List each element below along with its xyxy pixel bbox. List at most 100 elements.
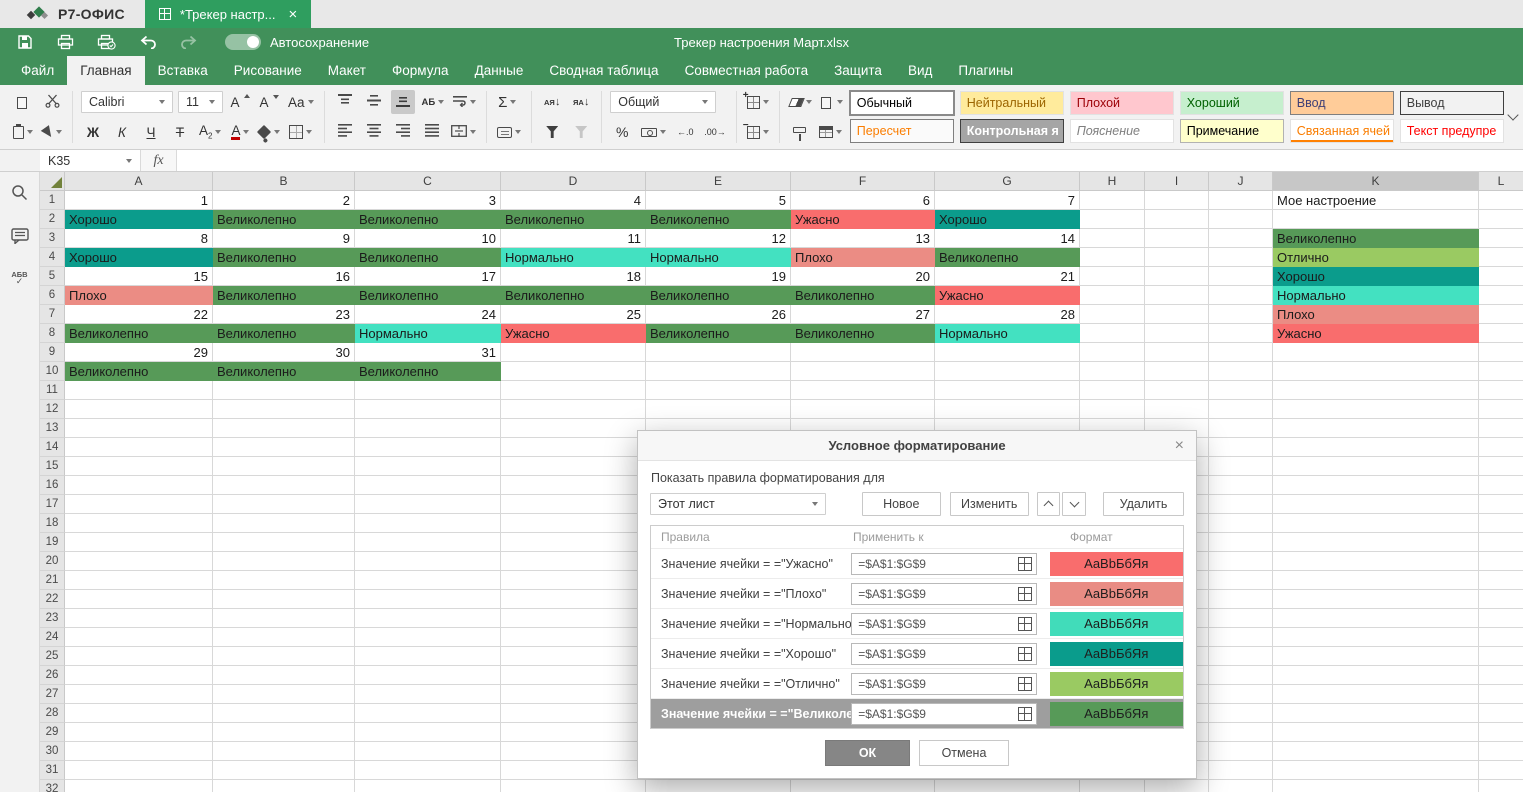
name-box[interactable]: K35 bbox=[40, 150, 141, 171]
cell-B17[interactable] bbox=[213, 495, 355, 514]
row-header-18[interactable]: 18 bbox=[40, 514, 65, 533]
cell-A17[interactable] bbox=[65, 495, 213, 514]
cell-G9[interactable] bbox=[935, 343, 1080, 362]
cell-C4[interactable]: Великолепно bbox=[355, 248, 501, 267]
cell-style-item-0[interactable]: Обычный bbox=[850, 91, 954, 115]
cell-J32[interactable] bbox=[1209, 780, 1273, 792]
cell-F3[interactable]: 13 bbox=[791, 229, 935, 248]
row-header-9[interactable]: 9 bbox=[40, 343, 65, 362]
cell-D1[interactable]: 4 bbox=[501, 191, 646, 210]
row-header-2[interactable]: 2 bbox=[40, 210, 65, 229]
clear-button[interactable] bbox=[788, 90, 814, 114]
cell-K11[interactable] bbox=[1273, 381, 1479, 400]
cell-D14[interactable] bbox=[501, 438, 646, 457]
formula-input[interactable] bbox=[177, 150, 1523, 171]
cell-I6[interactable] bbox=[1145, 286, 1209, 305]
cell-C8[interactable]: Нормально bbox=[355, 324, 501, 343]
cell-K17[interactable] bbox=[1273, 495, 1479, 514]
cell-style-item-4[interactable]: Ввод bbox=[1290, 91, 1394, 115]
cell-style-item-8[interactable]: Пояснение bbox=[1070, 119, 1174, 143]
percent-style-button[interactable]: % bbox=[610, 120, 634, 144]
cell-D32[interactable] bbox=[501, 780, 646, 792]
cell-D2[interactable]: Великолепно bbox=[501, 210, 646, 229]
cell-B14[interactable] bbox=[213, 438, 355, 457]
sort-asc-button[interactable]: АЯ↓ bbox=[540, 90, 564, 114]
cell-J14[interactable] bbox=[1209, 438, 1273, 457]
cell-L30[interactable] bbox=[1479, 742, 1523, 761]
cell-J11[interactable] bbox=[1209, 381, 1273, 400]
menu-tab-4[interactable]: Макет bbox=[315, 56, 379, 85]
cell-L4[interactable] bbox=[1479, 248, 1523, 267]
scope-select[interactable]: Этот лист bbox=[650, 493, 826, 515]
cell-D15[interactable] bbox=[501, 457, 646, 476]
format-painter-button[interactable] bbox=[788, 120, 812, 144]
rule-range-input[interactable]: =$A$1:$G$9 bbox=[851, 703, 1036, 725]
copy-button[interactable] bbox=[11, 90, 35, 114]
row-header-12[interactable]: 12 bbox=[40, 400, 65, 419]
cell-F32[interactable] bbox=[791, 780, 935, 792]
cell-I8[interactable] bbox=[1145, 324, 1209, 343]
cell-F6[interactable]: Великолепно bbox=[791, 286, 935, 305]
cell-K10[interactable] bbox=[1273, 362, 1479, 381]
column-header-F[interactable]: F bbox=[791, 172, 935, 191]
cell-L5[interactable] bbox=[1479, 267, 1523, 286]
cell-H3[interactable] bbox=[1080, 229, 1145, 248]
italic-button[interactable]: К bbox=[110, 120, 134, 144]
cell-B26[interactable] bbox=[213, 666, 355, 685]
cell-A31[interactable] bbox=[65, 761, 213, 780]
cell-L2[interactable] bbox=[1479, 210, 1523, 229]
cell-L31[interactable] bbox=[1479, 761, 1523, 780]
cell-D29[interactable] bbox=[501, 723, 646, 742]
cancel-button[interactable]: Отмена bbox=[919, 740, 1009, 766]
menu-tab-1[interactable]: Главная bbox=[67, 56, 144, 85]
cell-K12[interactable] bbox=[1273, 400, 1479, 419]
cell-B24[interactable] bbox=[213, 628, 355, 647]
select-range-icon[interactable] bbox=[1018, 677, 1032, 691]
increase-decimal-button[interactable]: .00→ bbox=[702, 120, 728, 144]
cell-J27[interactable] bbox=[1209, 685, 1273, 704]
select-range-icon[interactable] bbox=[1018, 647, 1032, 661]
cell-C17[interactable] bbox=[355, 495, 501, 514]
cell-L15[interactable] bbox=[1479, 457, 1523, 476]
row-header-1[interactable]: 1 bbox=[40, 191, 65, 210]
cell-A15[interactable] bbox=[65, 457, 213, 476]
cell-H32[interactable] bbox=[1080, 780, 1145, 792]
align-right-button[interactable] bbox=[391, 120, 415, 144]
rule-range-input[interactable]: =$A$1:$G$9 bbox=[851, 673, 1036, 695]
cell-A24[interactable] bbox=[65, 628, 213, 647]
cell-F2[interactable]: Ужасно bbox=[791, 210, 935, 229]
rule-range-input[interactable]: =$A$1:$G$9 bbox=[851, 553, 1036, 575]
cell-D20[interactable] bbox=[501, 552, 646, 571]
cell-H6[interactable] bbox=[1080, 286, 1145, 305]
row-header-11[interactable]: 11 bbox=[40, 381, 65, 400]
cell-style-item-2[interactable]: Плохой bbox=[1070, 91, 1174, 115]
cell-I7[interactable] bbox=[1145, 305, 1209, 324]
font-name-combo[interactable]: Calibri bbox=[81, 91, 173, 113]
cell-L32[interactable] bbox=[1479, 780, 1523, 792]
cell-C13[interactable] bbox=[355, 419, 501, 438]
row-header-21[interactable]: 21 bbox=[40, 571, 65, 590]
cell-F4[interactable]: Плохо bbox=[791, 248, 935, 267]
cell-D30[interactable] bbox=[501, 742, 646, 761]
cell-I3[interactable] bbox=[1145, 229, 1209, 248]
align-center-button[interactable] bbox=[362, 120, 386, 144]
spellcheck-icon[interactable]: АБВ✓ bbox=[11, 271, 27, 285]
cell-H4[interactable] bbox=[1080, 248, 1145, 267]
cell-A2[interactable]: Хорошо bbox=[65, 210, 213, 229]
cell-B25[interactable] bbox=[213, 647, 355, 666]
cell-C19[interactable] bbox=[355, 533, 501, 552]
row-header-20[interactable]: 20 bbox=[40, 552, 65, 571]
cell-J12[interactable] bbox=[1209, 400, 1273, 419]
menu-tab-8[interactable]: Совместная работа bbox=[672, 56, 822, 85]
cell-K15[interactable] bbox=[1273, 457, 1479, 476]
cell-F11[interactable] bbox=[791, 381, 935, 400]
cell-J15[interactable] bbox=[1209, 457, 1273, 476]
cell-C16[interactable] bbox=[355, 476, 501, 495]
cell-C20[interactable] bbox=[355, 552, 501, 571]
menu-tab-3[interactable]: Рисование bbox=[221, 56, 315, 85]
cell-D26[interactable] bbox=[501, 666, 646, 685]
column-header-B[interactable]: B bbox=[213, 172, 355, 191]
cell-K2[interactable] bbox=[1273, 210, 1479, 229]
cell-A8[interactable]: Великолепно bbox=[65, 324, 213, 343]
cell-A20[interactable] bbox=[65, 552, 213, 571]
